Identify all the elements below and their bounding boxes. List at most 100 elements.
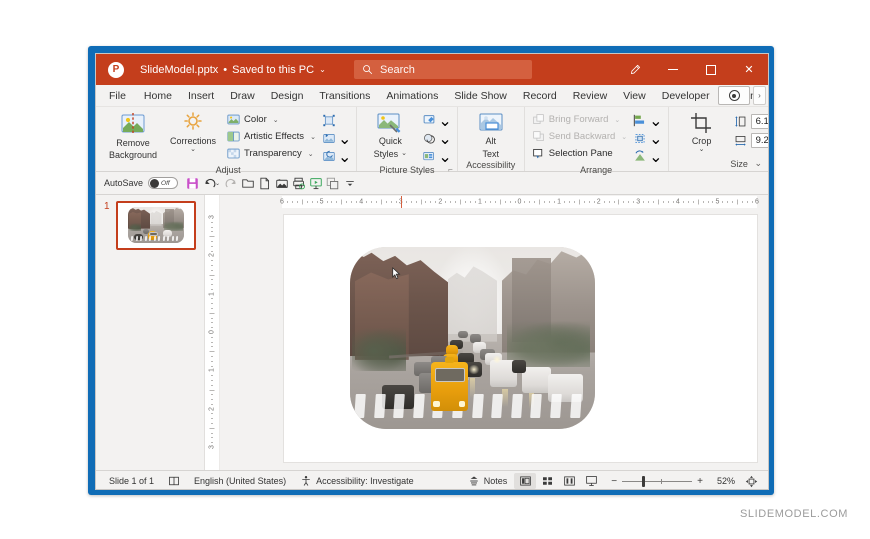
tab-slide-show[interactable]: Slide Show bbox=[446, 85, 515, 106]
slide-sorter-button[interactable] bbox=[536, 473, 558, 489]
group-button[interactable]: ⌄ bbox=[633, 129, 663, 149]
reading-view-button[interactable] bbox=[558, 473, 580, 489]
ruler-h-tick bbox=[643, 201, 645, 203]
slide-thumbnail-pane[interactable]: 1 bbox=[96, 195, 205, 470]
picture-border-button[interactable]: ⌄ bbox=[422, 111, 452, 131]
notes-label: Notes bbox=[483, 476, 508, 486]
tab-view[interactable]: View bbox=[615, 85, 654, 106]
language-indicator[interactable]: English (United States) bbox=[187, 476, 293, 486]
picture-effects-chevron-down-icon[interactable]: ⌄ bbox=[438, 129, 451, 149]
ruler-h-tick bbox=[336, 201, 338, 203]
send-backward-chevron-down-icon[interactable]: ⌄ bbox=[621, 133, 627, 141]
ink-pen-button[interactable] bbox=[616, 54, 654, 85]
ruler-h-tick bbox=[470, 201, 472, 203]
remove-background-button[interactable]: Remove Background bbox=[105, 110, 161, 160]
crop-button[interactable]: Crop ⌄ bbox=[674, 110, 730, 153]
zoom-slider[interactable]: − + bbox=[602, 475, 712, 487]
change-picture-button[interactable]: ⌄ bbox=[322, 129, 351, 149]
ruler-h-tick bbox=[380, 199, 382, 205]
autosave-control[interactable]: AutoSave Off bbox=[104, 177, 179, 189]
accessibility-status[interactable]: Accessibility: Investigate bbox=[293, 475, 421, 487]
autosave-label: AutoSave bbox=[104, 178, 144, 188]
align-button[interactable]: ⌄ bbox=[633, 111, 663, 131]
maximize-button[interactable] bbox=[692, 54, 730, 85]
send-backward-button[interactable]: Send Backward ⌄ bbox=[530, 129, 629, 144]
align-chevron-down-icon[interactable]: ⌄ bbox=[649, 111, 662, 131]
change-picture-chevron-down-icon[interactable]: ⌄ bbox=[338, 129, 351, 149]
ruler-h-tick bbox=[326, 201, 328, 203]
slide-count[interactable]: Slide 1 of 1 bbox=[102, 476, 161, 486]
color-chevron-down-icon[interactable]: ⌄ bbox=[273, 116, 279, 124]
bring-forward-button[interactable]: Bring Forward ⌄ bbox=[530, 112, 629, 127]
ruler-h-tick bbox=[514, 201, 516, 203]
powerpoint-window: P SlideModel.pptx • Saved to this PC ⌄ S… bbox=[95, 53, 769, 490]
slide-thumbnail-1[interactable] bbox=[116, 201, 196, 250]
slideshow-view-button[interactable] bbox=[580, 473, 602, 489]
rotate-button[interactable]: ⌄ bbox=[633, 149, 663, 166]
zoom-handle[interactable] bbox=[641, 475, 645, 487]
tab-home[interactable]: Home bbox=[136, 85, 180, 106]
picture-effects-button[interactable]: ⌄ bbox=[422, 129, 452, 149]
corrections-chevron-down-icon[interactable]: ⌄ bbox=[190, 146, 196, 153]
collapse-ribbon-button[interactable]: ⌄ bbox=[754, 158, 762, 169]
tab-review[interactable]: Review bbox=[565, 85, 615, 106]
color-button[interactable]: Color ⌄ bbox=[225, 112, 318, 127]
minimize-button[interactable] bbox=[654, 54, 692, 85]
slide-layout-button[interactable] bbox=[161, 475, 187, 487]
transparency-chevron-down-icon[interactable]: ⌄ bbox=[308, 150, 314, 158]
zoom-out-button[interactable]: − bbox=[606, 476, 622, 487]
slide-canvas[interactable] bbox=[283, 214, 758, 463]
tab-file[interactable]: File bbox=[96, 85, 136, 106]
ruler-h-tick bbox=[455, 201, 457, 203]
search-input[interactable]: Search bbox=[354, 60, 532, 79]
ribbon: Remove Background Corrections ⌄ Color ⌄ … bbox=[96, 107, 768, 175]
record-button[interactable] bbox=[718, 86, 750, 105]
selection-pane-button[interactable]: Selection Pane bbox=[530, 146, 629, 161]
corrections-button[interactable]: Corrections ⌄ bbox=[165, 110, 221, 153]
alt-text-button[interactable]: Alt Text bbox=[463, 110, 519, 159]
autosave-toggle[interactable]: Off bbox=[148, 177, 179, 189]
tab-record[interactable]: Record bbox=[515, 85, 565, 106]
picture-styles-dialog-launcher[interactable]: ⌐ bbox=[448, 163, 453, 176]
ruler-h-tick bbox=[568, 201, 570, 203]
zoom-percentage[interactable]: 52% bbox=[712, 476, 740, 486]
shape-width-input[interactable]: 9.2" ▴▾ bbox=[750, 133, 768, 148]
bring-forward-chevron-down-icon[interactable]: ⌄ bbox=[614, 116, 620, 124]
quick-styles-button[interactable]: Quick Styles ⌄ bbox=[362, 110, 418, 159]
group-chevron-down-icon[interactable]: ⌄ bbox=[649, 129, 662, 149]
slideshow-icon bbox=[309, 177, 322, 189]
tab-animations[interactable]: Animations bbox=[378, 85, 446, 106]
ruler-v-tick bbox=[211, 437, 213, 439]
reset-picture-icon bbox=[323, 150, 335, 161]
title-chevron-down-icon[interactable]: ⌄ bbox=[319, 65, 326, 74]
undo-chevron-down-icon[interactable]: ⌄ bbox=[215, 180, 220, 187]
tab-developer[interactable]: Developer bbox=[654, 85, 718, 106]
crop-chevron-down-icon[interactable]: ⌄ bbox=[699, 146, 705, 153]
artistic-effects-button[interactable]: Artistic Effects ⌄ bbox=[225, 129, 318, 144]
shape-height-input[interactable]: 6.13" ▴▾ bbox=[750, 114, 768, 129]
tab-draw[interactable]: Draw bbox=[222, 85, 263, 106]
fit-slide-button[interactable] bbox=[740, 473, 762, 489]
city-street-photo[interactable] bbox=[350, 247, 595, 429]
compress-pictures-button[interactable] bbox=[322, 113, 351, 128]
file-name: SlideModel.pptx bbox=[140, 63, 219, 76]
alt-text-label-2: Text bbox=[482, 148, 499, 159]
document-title[interactable]: SlideModel.pptx • Saved to this PC ⌄ bbox=[140, 64, 326, 76]
tab-transitions[interactable]: Transitions bbox=[311, 85, 378, 106]
tab-insert[interactable]: Insert bbox=[180, 85, 222, 106]
zoom-in-button[interactable]: + bbox=[692, 476, 708, 487]
picture-border-chevron-down-icon[interactable]: ⌄ bbox=[438, 111, 451, 131]
reset-picture-button[interactable]: ⌄ bbox=[322, 149, 351, 166]
normal-view-button[interactable] bbox=[514, 473, 537, 489]
more-tabs-button[interactable]: › bbox=[753, 86, 766, 105]
close-button[interactable]: ✕ bbox=[730, 54, 768, 85]
artistic-effects-chevron-down-icon[interactable]: ⌄ bbox=[310, 133, 316, 141]
accessibility-label: Accessibility: Investigate bbox=[316, 476, 414, 486]
zoom-track[interactable] bbox=[622, 475, 693, 487]
picture-layout-button[interactable]: ⌄ bbox=[422, 149, 452, 166]
quick-styles-chevron-down-icon[interactable]: ⌄ bbox=[401, 150, 407, 157]
notes-button[interactable]: Notes bbox=[461, 475, 515, 487]
tab-design[interactable]: Design bbox=[263, 85, 312, 106]
ribbon-group-accessibility: Alt Text Accessibility bbox=[456, 107, 524, 171]
transparency-button[interactable]: Transparency ⌄ bbox=[225, 146, 318, 161]
